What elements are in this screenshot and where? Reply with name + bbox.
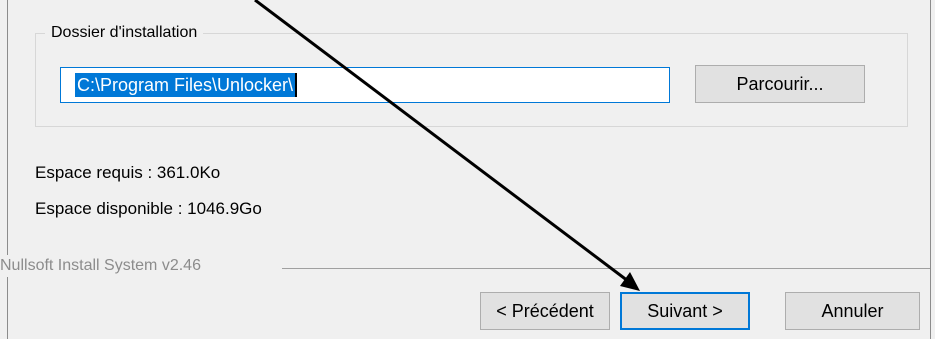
install-path-input[interactable]: C:\Program Files\Unlocker\	[60, 67, 670, 103]
required-space-text: Espace requis : 361.0Ko	[35, 163, 221, 182]
footer-divider	[282, 268, 930, 269]
next-button[interactable]: Suivant >	[620, 292, 750, 330]
text-caret	[295, 73, 298, 97]
installer-dialog: Dossier d'installation C:\Program Files\…	[0, 0, 935, 339]
install-folder-label: Dossier d'installation	[45, 21, 204, 45]
available-space-text: Espace disponible : 1046.9Go	[35, 199, 262, 218]
cancel-button[interactable]: Annuler	[785, 292, 920, 330]
browse-button[interactable]: Parcourir...	[695, 65, 865, 103]
previous-button[interactable]: < Précédent	[480, 292, 610, 330]
install-path-value: C:\Program Files\Unlocker\	[75, 73, 296, 97]
nsis-brand-label: Nullsoft Install System v2.46	[0, 255, 209, 277]
